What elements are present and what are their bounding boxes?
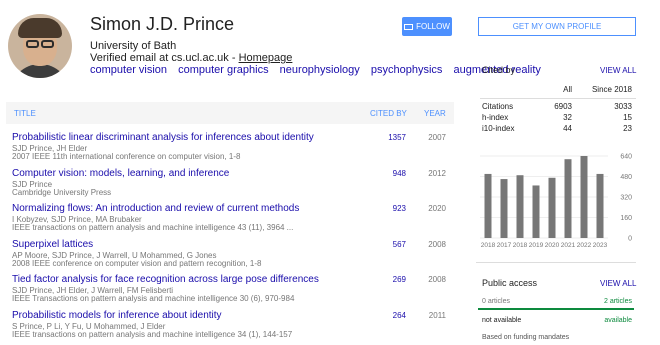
article-cited-by[interactable]: 264: [372, 311, 406, 320]
not-available-label: not available: [482, 317, 522, 324]
interests-list: computer vision computer graphics neurop…: [90, 64, 549, 76]
chart-bar[interactable]: [580, 156, 588, 238]
citation-metrics: All Since 2018 Citations 6903 3033 h-ind…: [480, 85, 636, 135]
metrics-header: All Since 2018: [480, 85, 636, 99]
article-cited-by[interactable]: 1357: [372, 133, 406, 142]
articles-list: Probabilistic linear discriminant analys…: [6, 124, 454, 339]
x-tick-label: 2018: [513, 242, 528, 249]
x-tick-label: 2022: [577, 242, 592, 249]
y-tick-label: 480: [620, 174, 632, 181]
article-cited-by[interactable]: 567: [372, 240, 406, 249]
article-title[interactable]: Probabilistic models for inference about…: [12, 310, 222, 321]
article-year: 2008: [428, 239, 446, 249]
cited-by-title: Cited by: [482, 65, 516, 75]
y-tick-label: 320: [620, 195, 632, 202]
available-label: available: [604, 317, 632, 324]
article-year: 2008: [428, 275, 446, 284]
metric-row: i10-index 44 23: [480, 124, 636, 135]
table-row: Superpixel lattices AP Moore, SJD Prince…: [6, 231, 454, 268]
y-tick-label: 640: [620, 154, 632, 161]
follow-button[interactable]: FOLLOW: [402, 17, 452, 36]
x-tick-label: 2019: [529, 242, 544, 249]
metric-since: 15: [623, 113, 632, 122]
article-title[interactable]: Normalizing flows: An introduction and r…: [12, 203, 299, 214]
chart-bar[interactable]: [500, 179, 508, 238]
article-title[interactable]: Superpixel lattices: [12, 239, 93, 250]
metric-label[interactable]: h-index: [482, 113, 508, 122]
get-my-own-profile-button[interactable]: GET MY OWN PROFILE: [478, 17, 636, 36]
interest-link[interactable]: neurophysiology: [280, 64, 360, 76]
y-tick-label: 160: [620, 215, 632, 222]
homepage-link[interactable]: Homepage: [239, 52, 293, 64]
follow-label: FOLLOW: [416, 22, 450, 31]
interest-link[interactable]: psychophysics: [371, 64, 443, 76]
article-title[interactable]: Probabilistic linear discriminant analys…: [12, 132, 314, 143]
table-row: Computer vision: models, learning, and i…: [6, 160, 454, 197]
col-all: All: [563, 85, 572, 94]
profile-photo: [8, 14, 72, 78]
article-venue: IEEE transactions on pattern analysis an…: [12, 329, 293, 339]
cited-by-view-all[interactable]: VIEW ALL: [600, 66, 636, 75]
article-cited-by[interactable]: 948: [372, 169, 406, 178]
metric-label[interactable]: Citations: [482, 102, 513, 111]
x-tick-label: 2021: [561, 242, 576, 249]
article-year: 2012: [428, 168, 446, 178]
table-row: Probabilistic models for inference about…: [6, 302, 454, 339]
citations-chart-svg: 64048032016002018 2017 2018 2019 2020 2021 202…: [480, 154, 632, 249]
profile-email: Verified email at cs.ucl.ac.uk - Homepag…: [90, 52, 292, 64]
profile-name: Simon J.D. Prince: [90, 14, 235, 34]
access-bar-fill: [478, 308, 634, 310]
article-cited-by[interactable]: 269: [372, 275, 406, 284]
chart-bar[interactable]: [484, 173, 492, 238]
chart-bar[interactable]: [516, 175, 524, 238]
article-year: 2011: [428, 310, 446, 320]
citations-chart: 640 480 320 160 0 2018 2017 2018 2019 2020 2021 202…: [476, 150, 636, 250]
divider: [476, 262, 636, 263]
article-title[interactable]: Computer vision: models, learning, and i…: [12, 168, 229, 179]
x-tick-label: 2023: [593, 242, 608, 249]
metric-row: h-index 32 15: [480, 113, 636, 124]
public-access-view-all[interactable]: VIEW ALL: [600, 279, 636, 288]
y-tick-label: 0: [628, 236, 632, 243]
article-cited-by[interactable]: 923: [372, 204, 406, 213]
metric-label[interactable]: i10-index: [482, 124, 514, 133]
metric-since: 3033: [614, 102, 632, 111]
table-row: Tied factor analysis for face recognitio…: [6, 266, 454, 303]
x-tick-label: 2020: [545, 242, 560, 249]
table-row: Normalizing flows: An introduction and r…: [6, 195, 454, 232]
chart-bar[interactable]: [564, 159, 572, 238]
chart-bar[interactable]: [548, 177, 556, 238]
metric-all: 44: [563, 124, 572, 133]
email-text: Verified email at cs.ucl.ac.uk -: [90, 52, 239, 64]
chart-bar[interactable]: [532, 185, 540, 238]
available-count[interactable]: 2 articles: [604, 298, 632, 305]
article-year: 2020: [428, 204, 446, 213]
article-title[interactable]: Tied factor analysis for face recognitio…: [12, 274, 319, 285]
public-access-title: Public access: [482, 278, 538, 288]
interest-link[interactable]: computer graphics: [178, 64, 269, 76]
col-title[interactable]: TITLE: [14, 109, 36, 118]
article-year: 2007: [428, 133, 446, 142]
col-cited-by[interactable]: CITED BY: [370, 109, 407, 118]
table-row: Probabilistic linear discriminant analys…: [6, 124, 454, 161]
x-tick-label: 2018: [481, 242, 496, 249]
not-available-count[interactable]: 0 articles: [482, 298, 510, 305]
envelope-icon: [404, 23, 414, 30]
metric-row: Citations 6903 3033: [480, 102, 636, 113]
chart-bar[interactable]: [596, 173, 604, 238]
articles-header: TITLE CITED BY YEAR: [6, 102, 454, 124]
metric-since: 23: [623, 124, 632, 133]
metric-all: 6903: [554, 102, 572, 111]
col-since: Since 2018: [591, 85, 632, 94]
col-year[interactable]: YEAR: [424, 109, 446, 118]
interest-link[interactable]: computer vision: [90, 64, 167, 76]
profile-affiliation: University of Bath: [90, 40, 177, 52]
funding-mandates-note: Based on funding mandates: [482, 334, 570, 341]
metric-all: 32: [563, 113, 572, 122]
x-tick-label: 2017: [497, 242, 512, 249]
